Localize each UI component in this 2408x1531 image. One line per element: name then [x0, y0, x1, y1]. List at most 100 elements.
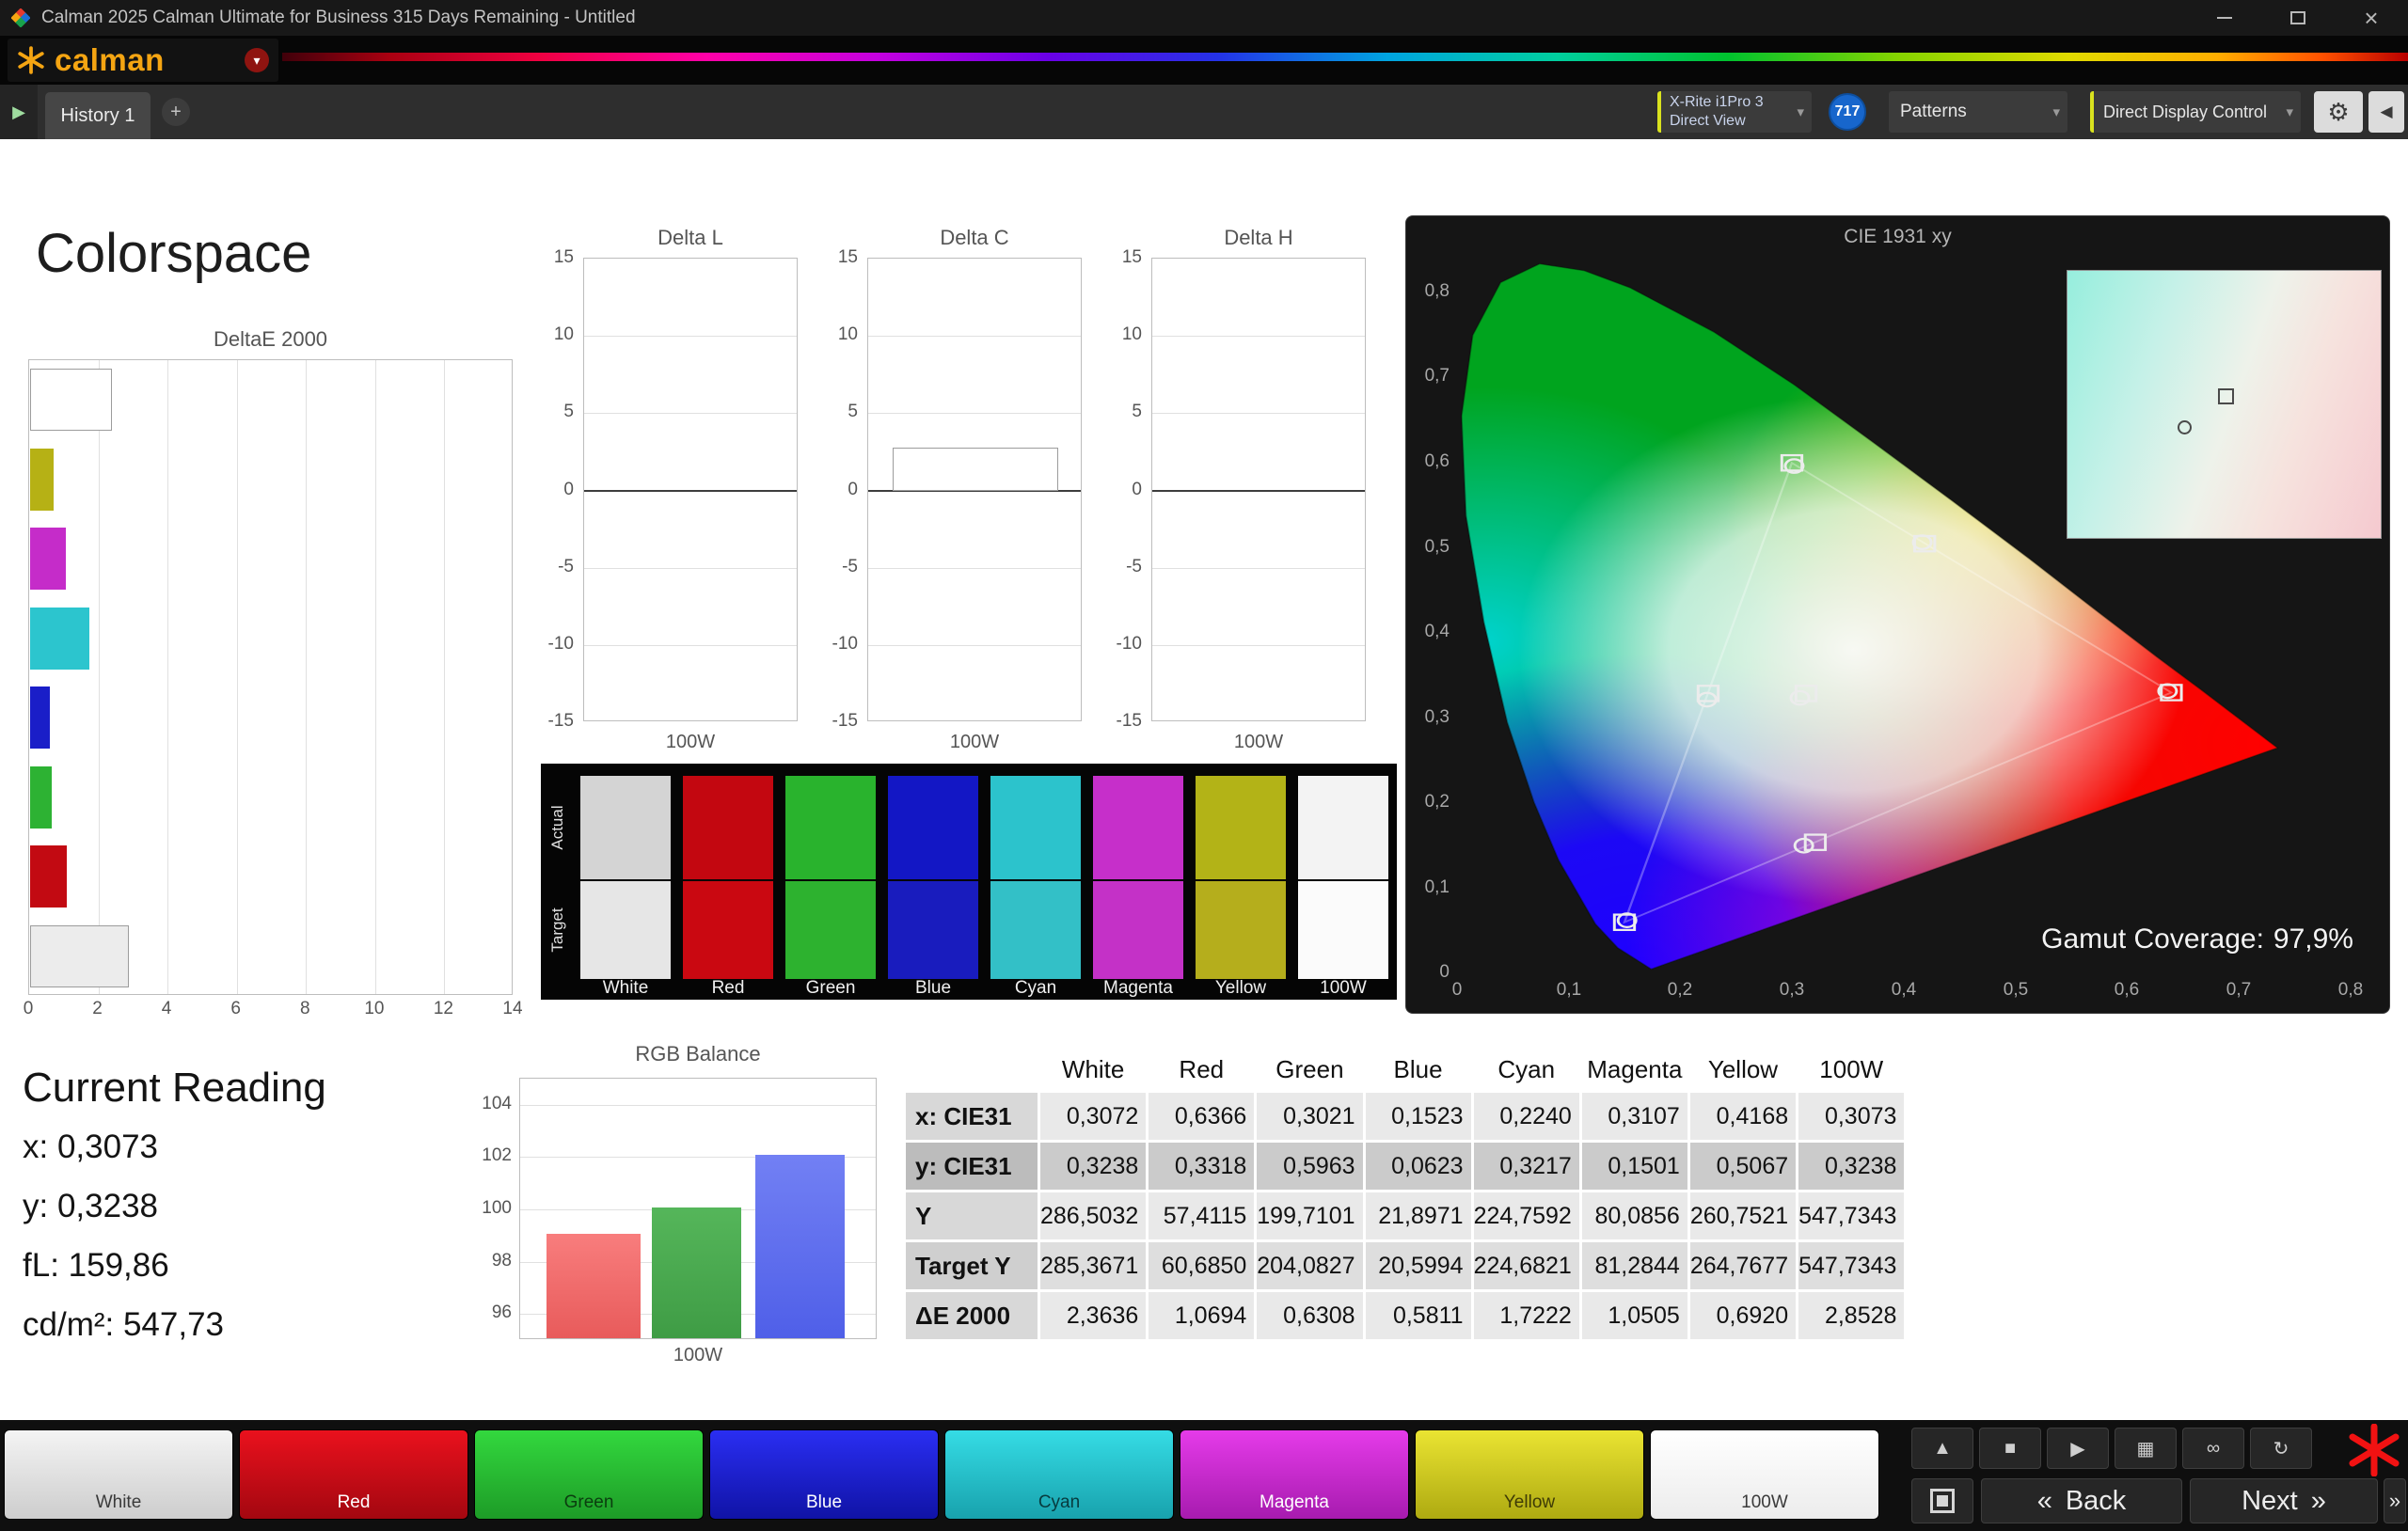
table-row-label: Target Y	[906, 1242, 1038, 1289]
deltae-bar-white	[30, 369, 112, 431]
axis-tick-label: 100	[459, 1198, 512, 1219]
axis-tick-label: 10	[1093, 324, 1142, 345]
titlebar: Calman 2025 Calman Ultimate for Business…	[0, 0, 2408, 36]
pattern-button-100w[interactable]: 100W	[1650, 1429, 1879, 1520]
rgb-balance-chart: RGB Balance 100W 1041021009896	[459, 1042, 882, 1362]
back-button[interactable]: « Back	[1981, 1478, 2182, 1523]
pattern-button-yellow[interactable]: Yellow	[1415, 1429, 1644, 1520]
meter-status-badge[interactable]: 717	[1829, 93, 1866, 131]
refresh-button[interactable]: ↻	[2250, 1428, 2312, 1469]
add-tab-button[interactable]: +	[162, 98, 190, 126]
pattern-button-label: Blue	[710, 1492, 938, 1513]
axis-tick-label: 0,3	[1408, 707, 1450, 728]
logo-bar: calman ▾	[0, 36, 2408, 85]
axis-tick-label: -15	[1093, 711, 1142, 732]
table-row-label: ΔE 2000	[906, 1292, 1038, 1339]
axis-tick-label: 0,5	[1408, 537, 1450, 558]
table-row[interactable]: x: CIE310,30720,63660,30210,15230,22400,…	[906, 1093, 1904, 1140]
swatch-target-yellow	[1196, 881, 1286, 979]
deltae2000-x-axis: 02468101214	[28, 999, 513, 1021]
axis-tick-label: -15	[809, 711, 858, 732]
chevron-down-icon: ▾	[2052, 103, 2060, 120]
eject-button[interactable]: ▲	[1911, 1428, 1973, 1469]
pattern-window-button[interactable]	[1911, 1478, 1973, 1523]
gear-icon: ⚙	[2327, 98, 2349, 127]
settings-button[interactable]: ⚙	[2314, 91, 2363, 133]
swatch-column-label: Yellow	[1196, 978, 1286, 999]
axis-tick-label: 0,8	[2326, 980, 2375, 1001]
pattern-button-red[interactable]: Red	[239, 1429, 468, 1520]
axis-tick-label: -5	[809, 557, 858, 577]
table-cell: 81,2844	[1582, 1242, 1687, 1289]
table-cell: 199,7101	[1257, 1192, 1362, 1239]
axis-tick-label: 0,2	[1408, 792, 1450, 813]
rgb-balance-x-label: 100W	[519, 1345, 877, 1366]
table-cell: 264,7677	[1690, 1242, 1796, 1289]
pattern-button-blue[interactable]: Blue	[709, 1429, 939, 1520]
axis-tick-label: 0,6	[2102, 980, 2151, 1001]
tab-history-1[interactable]: History 1	[45, 92, 150, 139]
pattern-button-cyan[interactable]: Cyan	[944, 1429, 1174, 1520]
table-cell: 21,8971	[1366, 1192, 1471, 1239]
table-cell: 0,3318	[1149, 1143, 1254, 1190]
logo-menu-button[interactable]: ▾	[245, 48, 269, 72]
next-button[interactable]: Next »	[2190, 1478, 2378, 1523]
next-label: Next	[2242, 1486, 2298, 1517]
table-row[interactable]: ΔE 20002,36361,06940,63080,58111,72221,0…	[906, 1292, 1904, 1339]
meter-dropdown-label: X-Rite i1Pro 3 Direct View	[1661, 93, 1764, 131]
axis-tick-label: 0	[525, 480, 574, 500]
minimize-button[interactable]	[2188, 0, 2261, 36]
table-cell: 0,0623	[1366, 1143, 1471, 1190]
table-cell: 0,5811	[1366, 1292, 1471, 1339]
target-row-label: Target	[548, 908, 567, 952]
patterns-dropdown[interactable]: Patterns ▾	[1889, 91, 2067, 133]
save-button[interactable]: ▦	[2115, 1428, 2177, 1469]
table-cell: 80,0856	[1582, 1192, 1687, 1239]
deltae-bar-magenta	[30, 528, 66, 590]
deltae-bar-100w	[30, 925, 129, 987]
gamut-coverage-text: Gamut Coverage:	[2041, 923, 2264, 955]
gridline	[306, 360, 307, 994]
rgb-balance-plot	[519, 1078, 877, 1339]
pattern-button-green[interactable]: Green	[474, 1429, 704, 1520]
delta-l-chart: Delta L 100W 151050-5-10-15	[525, 226, 798, 752]
table-row[interactable]: y: CIE310,32380,33180,59630,06230,32170,…	[906, 1143, 1904, 1190]
gridline	[375, 360, 376, 994]
gridline	[1152, 413, 1365, 414]
play-button[interactable]: ▶	[2047, 1428, 2109, 1469]
deltae2000-plot	[28, 359, 513, 995]
display-control-dropdown[interactable]: Direct Display Control ▾	[2090, 91, 2301, 133]
gamut-coverage-label: Gamut Coverage:97,9%	[2032, 923, 2353, 955]
meter-dropdown[interactable]: X-Rite i1Pro 3 Direct View ▾	[1657, 91, 1812, 133]
axis-tick-label: 0,7	[2214, 980, 2263, 1001]
more-button[interactable]: »	[2384, 1478, 2406, 1523]
swatch-column-label: Magenta	[1093, 978, 1183, 999]
axis-tick-label: 4	[153, 999, 180, 1019]
axis-tick-label: 5	[1093, 402, 1142, 422]
deltae2000-chart: DeltaE 2000 02468101214	[28, 327, 513, 1023]
table-row[interactable]: Y286,503257,4115199,710121,8971224,75928…	[906, 1192, 1904, 1239]
table-row[interactable]: Target Y285,367160,6850204,082720,599422…	[906, 1242, 1904, 1289]
pattern-button-white[interactable]: White	[4, 1429, 233, 1520]
loop-button[interactable]: ∞	[2182, 1428, 2244, 1469]
close-button[interactable]: ×	[2335, 0, 2408, 36]
minimize-icon	[2217, 17, 2232, 19]
axis-tick-label: -5	[525, 557, 574, 577]
swatch-column-label: Blue	[888, 978, 978, 999]
stop-button[interactable]: ■	[1979, 1428, 2041, 1469]
pattern-button-magenta[interactable]: Magenta	[1180, 1429, 1409, 1520]
chevron-left-double-icon: «	[2037, 1486, 2052, 1517]
collapse-toolbar-button[interactable]: ◀	[2368, 91, 2404, 133]
loop-icon: ∞	[2207, 1438, 2220, 1460]
delta-l-chart-title: Delta L	[583, 226, 798, 250]
maximize-button[interactable]	[2261, 0, 2335, 36]
table-col-header-blue: Blue	[1366, 1049, 1471, 1090]
swatch-actual-green	[785, 776, 876, 879]
table-cell: 0,3107	[1582, 1093, 1687, 1140]
table-cell: 0,3217	[1474, 1143, 1579, 1190]
table-col-header-yellow: Yellow	[1690, 1049, 1796, 1090]
swatch-actual-yellow	[1196, 776, 1286, 879]
expand-panel-button[interactable]: ▶	[0, 85, 38, 139]
swatch-column-label: Green	[785, 978, 876, 999]
axis-tick-label: -5	[1093, 557, 1142, 577]
